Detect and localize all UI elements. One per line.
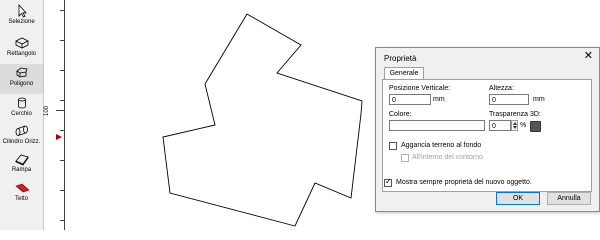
ruler-tick bbox=[60, 100, 64, 101]
cancel-button[interactable]: Annulla bbox=[547, 192, 591, 205]
tool-tetto[interactable]: Tetto bbox=[0, 179, 43, 209]
ok-button[interactable]: OK bbox=[496, 192, 540, 205]
close-icon[interactable]: ✕ bbox=[584, 51, 593, 62]
transparency-unit: % bbox=[520, 122, 527, 129]
inside-contour-checkbox[interactable] bbox=[401, 154, 409, 162]
vertical-position-unit: mm bbox=[433, 96, 445, 103]
height-input[interactable]: 0 bbox=[489, 94, 529, 105]
tool-rampa[interactable]: Rampa bbox=[0, 150, 43, 180]
tool-label: Poligono bbox=[9, 81, 34, 87]
height-unit: mm bbox=[533, 96, 545, 103]
cylinder-icon bbox=[17, 97, 26, 109]
ruler-tick bbox=[60, 190, 64, 191]
tool-label: Selezione bbox=[8, 19, 35, 25]
transparency-input[interactable]: 0 bbox=[489, 120, 511, 131]
height-label: Altezza: bbox=[489, 85, 514, 92]
horizontal-cylinder-icon bbox=[15, 125, 28, 136]
transparency-spinner[interactable] bbox=[511, 120, 518, 131]
ruler-tick bbox=[60, 220, 64, 221]
cursor-arrow-icon bbox=[18, 4, 27, 18]
tab-panel-generale: Posizione Verticale: 0 mm Altezza: 0 mm … bbox=[382, 79, 592, 192]
ramp-icon bbox=[14, 154, 29, 166]
inside-contour-label: All'interno del contorno bbox=[412, 154, 483, 161]
spinner-down-icon[interactable] bbox=[513, 126, 517, 129]
rectangle-box-icon bbox=[14, 37, 29, 49]
polygon-prism-icon bbox=[15, 67, 28, 78]
tool-rettangolo[interactable]: Rettangolo bbox=[0, 34, 43, 64]
ruler-label: 100 bbox=[44, 105, 50, 116]
color-swatch-icon[interactable] bbox=[530, 121, 541, 132]
tools-toolbar: Selezione Rettangolo Poligono Cerchio Ci… bbox=[0, 0, 44, 230]
tool-cilindro-orizz[interactable]: Cilindro Orizz. bbox=[0, 122, 43, 152]
always-show-checkbox[interactable] bbox=[384, 177, 392, 187]
ruler-tick bbox=[56, 110, 64, 111]
spinner-up-icon[interactable] bbox=[513, 122, 517, 125]
ruler-tick bbox=[60, 70, 64, 71]
transparency-label: Trasparenza 3D: bbox=[489, 111, 541, 118]
tool-poligono[interactable]: Poligono bbox=[0, 64, 43, 94]
ruler-position-marker bbox=[56, 134, 62, 140]
vertical-position-label: Posizione Verticale: bbox=[389, 85, 451, 92]
always-show-label: Mostra sempre proprietà del nuovo oggett… bbox=[396, 179, 532, 186]
color-input[interactable] bbox=[389, 120, 485, 131]
vertical-ruler[interactable]: 100 bbox=[44, 0, 65, 230]
tool-label: Rettangolo bbox=[6, 51, 37, 57]
tool-label: Cilindro Orizz. bbox=[2, 139, 41, 145]
tool-selezione[interactable]: Selezione bbox=[0, 2, 43, 32]
ruler-tick bbox=[60, 40, 64, 41]
tool-cerchio[interactable]: Cerchio bbox=[0, 94, 43, 124]
ruler-tick bbox=[60, 10, 64, 11]
vertical-position-input[interactable]: 0 bbox=[389, 94, 431, 105]
ruler-tick bbox=[60, 160, 64, 161]
properties-dialog: Proprietà ✕ Generale Posizione Verticale… bbox=[375, 47, 600, 212]
color-label: Colore: bbox=[389, 111, 412, 118]
attach-ground-label: Aggancia terreno al fondo bbox=[401, 142, 482, 149]
drawn-polygon[interactable] bbox=[162, 13, 363, 227]
ruler-tick bbox=[60, 130, 64, 131]
dialog-title: Proprietà bbox=[384, 54, 417, 63]
roof-icon bbox=[14, 183, 30, 193]
tool-label: Cerchio bbox=[11, 111, 32, 117]
attach-ground-checkbox[interactable] bbox=[389, 142, 397, 150]
tool-label: Rampa bbox=[11, 167, 32, 173]
tool-label: Tetto bbox=[14, 196, 28, 202]
